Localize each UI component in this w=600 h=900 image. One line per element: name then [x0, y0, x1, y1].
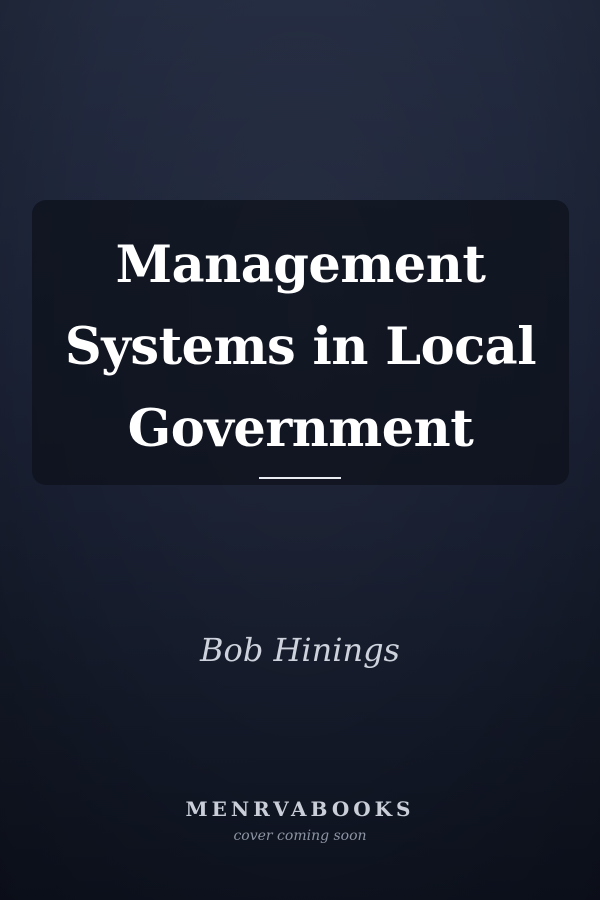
book-title: Management Systems in Local Government: [32, 224, 569, 470]
book-title-line-3: Government: [127, 399, 474, 459]
title-panel: Management Systems in Local Government: [32, 200, 569, 485]
cover-status-tagline: cover coming soon: [233, 828, 367, 844]
title-divider: [259, 477, 341, 479]
publisher-name: MENRVABOOKS: [185, 797, 415, 821]
book-title-line-1: Management: [115, 235, 486, 295]
book-title-line-2: Systems in Local: [64, 317, 537, 377]
author-name: Bob Hinings: [200, 631, 400, 669]
